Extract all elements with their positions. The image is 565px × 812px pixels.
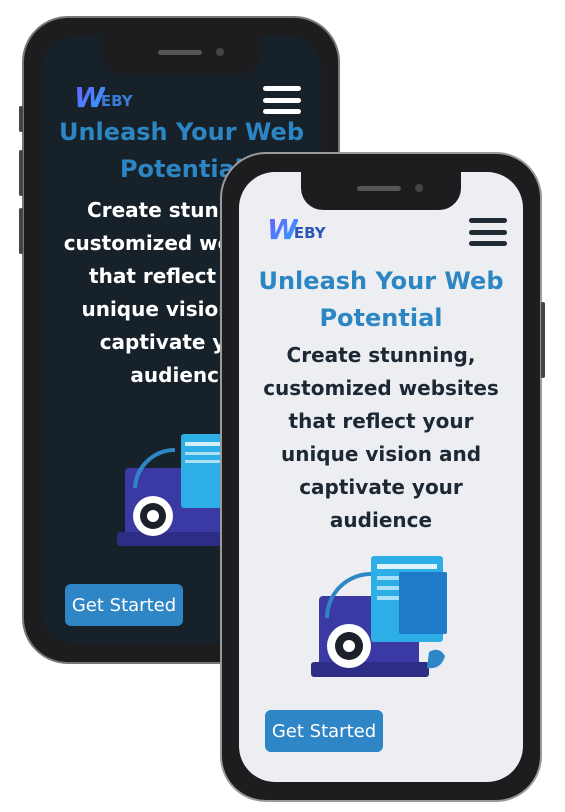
light-screen: W EBY Unleash Your Web Potential Create s… [239, 172, 523, 782]
volume-up-button [19, 150, 23, 196]
weby-logo[interactable]: W EBY [74, 84, 133, 112]
hamburger-icon[interactable] [469, 218, 507, 246]
power-button [541, 302, 545, 378]
front-phone-mockup: W EBY Unleash Your Web Potential Create s… [220, 152, 545, 802]
volume-down-button [19, 208, 23, 254]
phone-notch [301, 172, 461, 210]
hero-title: Unleash Your Web Potential [258, 267, 504, 332]
hero-subtitle: Create stunning, customized websites tha… [263, 343, 499, 532]
phone-notch [101, 36, 262, 74]
web-development-illustration [311, 556, 447, 677]
weby-logo[interactable]: W EBY [267, 216, 326, 244]
get-started-button[interactable]: Get Started [265, 710, 383, 752]
mute-switch [19, 106, 23, 132]
hamburger-icon[interactable] [263, 86, 301, 114]
get-started-button[interactable]: Get Started [65, 584, 183, 626]
